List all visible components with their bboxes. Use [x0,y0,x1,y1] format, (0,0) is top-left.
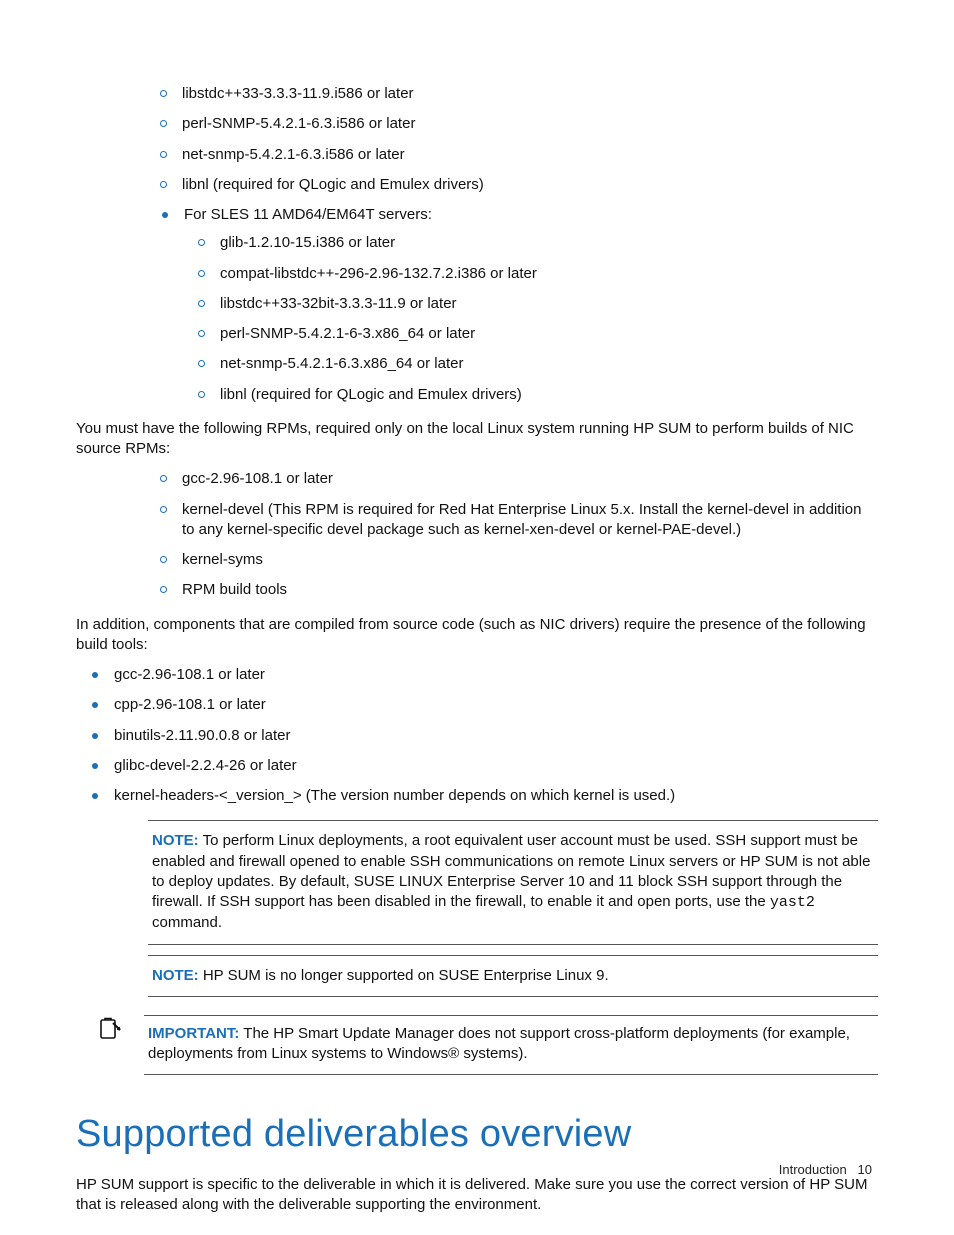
list-item: net-snmp-5.4.2.1-6.3.x86_64 or later [184,354,878,374]
heading-paragraph: HP SUM support is specific to the delive… [76,1175,878,1216]
list-item: binutils-2.11.90.0.8 or later [76,726,878,746]
page-footer: Introduction 10 [779,1161,872,1179]
note-group: NOTE: To perform Linux deployments, a ro… [148,820,878,997]
list-item: glib-1.2.10-15.i386 or later [184,233,878,253]
important-box: IMPORTANT: The HP Smart Update Manager d… [144,1015,878,1076]
list-item: gcc-2.96-108.1 or later [146,469,878,489]
page-content: libstdc++33-3.3.3-11.9.i586 or later per… [146,84,878,1215]
list-text: libnl (required for QLogic and Emulex dr… [182,176,484,193]
list-text: RPM build tools [182,581,287,598]
list-item: libnl (required for QLogic and Emulex dr… [146,175,878,195]
list-item: kernel-headers-<_version_> (The version … [76,786,878,806]
list-item: libstdc++33-32bit-3.3.3-11.9 or later [184,294,878,314]
bullet-list-intro: For SLES 11 AMD64/EM64T servers: glib-1.… [146,205,878,405]
paragraph-compiled: In addition, components that are compile… [76,615,878,656]
note-command: yast2 [770,894,815,911]
list-item: gcc-2.96-108.1 or later [76,665,878,685]
bullet-list-d: gcc-2.96-108.1 or later cpp-2.96-108.1 o… [76,665,878,806]
list-text: kernel-devel (This RPM is required for R… [182,501,861,538]
note-body: HP SUM is no longer supported on SUSE En… [199,967,609,984]
list-item: libstdc++33-3.3.3-11.9.i586 or later [146,84,878,104]
list-item: compat-libstdc++-296-2.96-132.7.2.i386 o… [184,264,878,284]
document-page: libstdc++33-3.3.3-11.9.i586 or later per… [0,0,954,1235]
important-row: IMPORTANT: The HP Smart Update Manager d… [98,1015,878,1076]
list-text: libnl (required for QLogic and Emulex dr… [220,386,522,403]
note-label: NOTE: [152,967,199,984]
list-text: gcc-2.96-108.1 or later [114,666,265,683]
list-text: glib-1.2.10-15.i386 or later [220,234,395,251]
list-item: kernel-devel (This RPM is required for R… [146,500,878,541]
paragraph-rpms: You must have the following RPMs, requir… [76,419,878,460]
sub-list-c: gcc-2.96-108.1 or later kernel-devel (Th… [146,469,878,600]
list-text: perl-SNMP-5.4.2.1-6-3.x86_64 or later [220,325,475,342]
list-text: kernel-headers-<_version_> (The version … [114,787,675,804]
note-body: command. [152,914,222,931]
list-text: kernel-syms [182,551,263,568]
list-text: libstdc++33-32bit-3.3.3-11.9 or later [220,295,457,312]
list-text: gcc-2.96-108.1 or later [182,470,333,487]
list-text: net-snmp-5.4.2.1-6.3.x86_64 or later [220,355,463,372]
footer-section: Introduction [779,1162,847,1177]
important-body: The HP Smart Update Manager does not sup… [148,1025,850,1062]
list-item: libnl (required for QLogic and Emulex dr… [184,385,878,405]
list-text: binutils-2.11.90.0.8 or later [114,727,291,744]
list-text: cpp-2.96-108.1 or later [114,696,266,713]
sub-list-a: libstdc++33-3.3.3-11.9.i586 or later per… [146,84,878,195]
list-item: perl-SNMP-5.4.2.1-6-3.x86_64 or later [184,324,878,344]
section-heading: Supported deliverables overview [76,1109,878,1160]
note-box-1: NOTE: To perform Linux deployments, a ro… [148,820,878,944]
list-item: net-snmp-5.4.2.1-6.3.i586 or later [146,145,878,165]
list-text: For SLES 11 AMD64/EM64T servers: [184,206,432,223]
important-icon [98,1017,122,1047]
sub-list-b: glib-1.2.10-15.i386 or later compat-libs… [184,233,878,405]
list-item: kernel-syms [146,550,878,570]
list-item: RPM build tools [146,580,878,600]
list-item: glibc-devel-2.2.4-26 or later [76,756,878,776]
note-box-2: NOTE: HP SUM is no longer supported on S… [148,955,878,997]
list-text: compat-libstdc++-296-2.96-132.7.2.i386 o… [220,265,537,282]
note-label: NOTE: [152,832,199,849]
list-text: libstdc++33-3.3.3-11.9.i586 or later [182,85,414,102]
list-text: perl-SNMP-5.4.2.1-6.3.i586 or later [182,115,415,132]
list-text: net-snmp-5.4.2.1-6.3.i586 or later [182,146,405,163]
important-label: IMPORTANT: [148,1025,239,1042]
note-body: To perform Linux deployments, a root equ… [152,832,870,910]
list-item: cpp-2.96-108.1 or later [76,695,878,715]
footer-page-number: 10 [858,1162,872,1177]
list-text: glibc-devel-2.2.4-26 or later [114,757,297,774]
list-item: perl-SNMP-5.4.2.1-6.3.i586 or later [146,114,878,134]
list-item: For SLES 11 AMD64/EM64T servers: glib-1.… [146,205,878,405]
